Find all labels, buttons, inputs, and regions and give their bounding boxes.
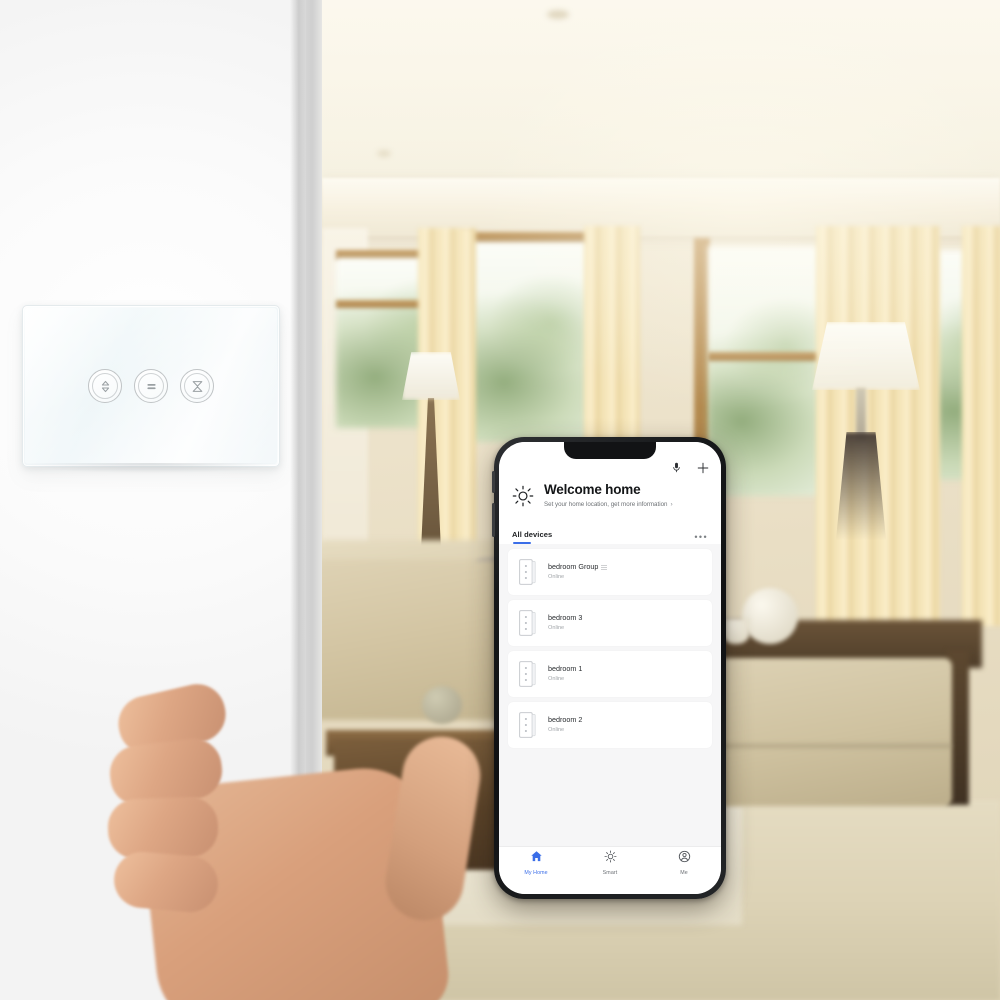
welcome-banner[interactable]: Welcome home Set your home location, get… — [499, 476, 721, 526]
hand-holding-phone — [106, 650, 486, 1000]
list-item[interactable]: bedroom 1 Online — [508, 651, 712, 697]
curtain-far-right — [962, 226, 1000, 626]
ceiling-light-fixture — [547, 10, 569, 19]
tab-all-devices[interactable]: All devices — [512, 530, 552, 544]
list-item[interactable]: bedroom 3 Online — [508, 600, 712, 646]
ellipsis-icon[interactable]: ••• — [694, 532, 708, 542]
device-name-row: bedroom 3 — [548, 614, 582, 623]
device-name: bedroom 2 — [548, 715, 583, 725]
open-button[interactable] — [88, 369, 122, 403]
pause-button[interactable] — [134, 369, 168, 403]
device-name-row: bedroom Group — [548, 562, 608, 572]
sun-icon — [604, 850, 617, 868]
device-meta: bedroom 1 Online — [548, 665, 582, 682]
microphone-icon[interactable] — [670, 461, 683, 474]
switch-button-row — [23, 369, 279, 403]
window-mullion-right — [708, 352, 820, 361]
switch-panel-icon — [517, 608, 539, 638]
ceiling-light-fixture-secondary — [377, 150, 391, 157]
sun-icon — [512, 482, 534, 512]
smart-switch-panel — [22, 305, 280, 473]
device-meta: bedroom 3 Online — [548, 614, 582, 631]
nav-my-home[interactable]: My Home — [499, 850, 573, 880]
finger-pinky — [111, 849, 221, 915]
plus-icon[interactable] — [696, 461, 709, 474]
device-name: bedroom 3 — [548, 613, 583, 623]
curtain-right — [816, 226, 940, 646]
home-icon — [530, 850, 543, 868]
device-status: Online — [548, 675, 565, 682]
switch-panel-icon — [517, 557, 539, 587]
smartphone: Welcome home Set your home location, get… — [492, 437, 726, 899]
device-status: Online — [548, 624, 565, 631]
close-x-icon — [192, 380, 202, 392]
device-name-row: bedroom 1 — [548, 665, 582, 674]
device-status: Online — [548, 726, 565, 733]
nav-me-label: Me — [680, 870, 688, 876]
tab-all-devices-label: All devices — [512, 530, 553, 539]
person-icon — [678, 850, 691, 868]
devices-tab-bar: All devices ••• — [499, 526, 721, 544]
nav-smart-label: Smart — [602, 870, 618, 876]
screenshot-stage: Welcome home Set your home location, get… — [0, 0, 1000, 1000]
switch-panel-icon — [517, 710, 539, 740]
list-item[interactable]: bedroom Group Online — [508, 549, 712, 595]
finger-ring — [106, 796, 220, 860]
bottom-navigation: My Home Smart Me — [499, 846, 721, 880]
device-name: bedroom Group — [548, 562, 599, 572]
group-icon — [601, 565, 608, 571]
device-name: bedroom 1 — [548, 664, 583, 674]
welcome-subtitle: Set your home location, get more informa… — [544, 500, 668, 508]
floor-lamp-shade — [812, 322, 920, 390]
device-list: bedroom Group Online bedroom 3 Online be… — [499, 544, 721, 846]
nav-my-home-label: My Home — [524, 870, 548, 876]
close-button[interactable] — [180, 369, 214, 403]
phone-screen: Welcome home Set your home location, get… — [499, 442, 721, 894]
home-indicator-area — [499, 880, 721, 894]
nav-smart[interactable]: Smart — [573, 850, 647, 880]
device-status: Online — [548, 573, 565, 580]
device-name-row: bedroom 2 — [548, 716, 582, 725]
phone-notch — [564, 442, 656, 459]
decorative-cup-secondary — [722, 618, 750, 644]
list-item[interactable]: bedroom 2 Online — [508, 702, 712, 748]
decorative-bowl — [742, 588, 798, 644]
pause-bars-icon — [146, 383, 156, 389]
table-lamp-shade — [402, 352, 460, 400]
welcome-subtitle-row: Set your home location, get more informa… — [544, 501, 708, 509]
up-down-arrows-icon — [101, 380, 109, 392]
page-title: Welcome home — [544, 482, 641, 497]
chevron-right-icon: › — [670, 500, 673, 508]
window-glass-center — [468, 242, 588, 442]
nav-me[interactable]: Me — [647, 850, 721, 880]
welcome-text-block: Welcome home Set your home location, get… — [544, 482, 708, 508]
device-meta: bedroom 2 Online — [548, 716, 582, 733]
switch-panel-icon — [517, 659, 539, 689]
device-meta: bedroom Group Online — [548, 562, 608, 580]
